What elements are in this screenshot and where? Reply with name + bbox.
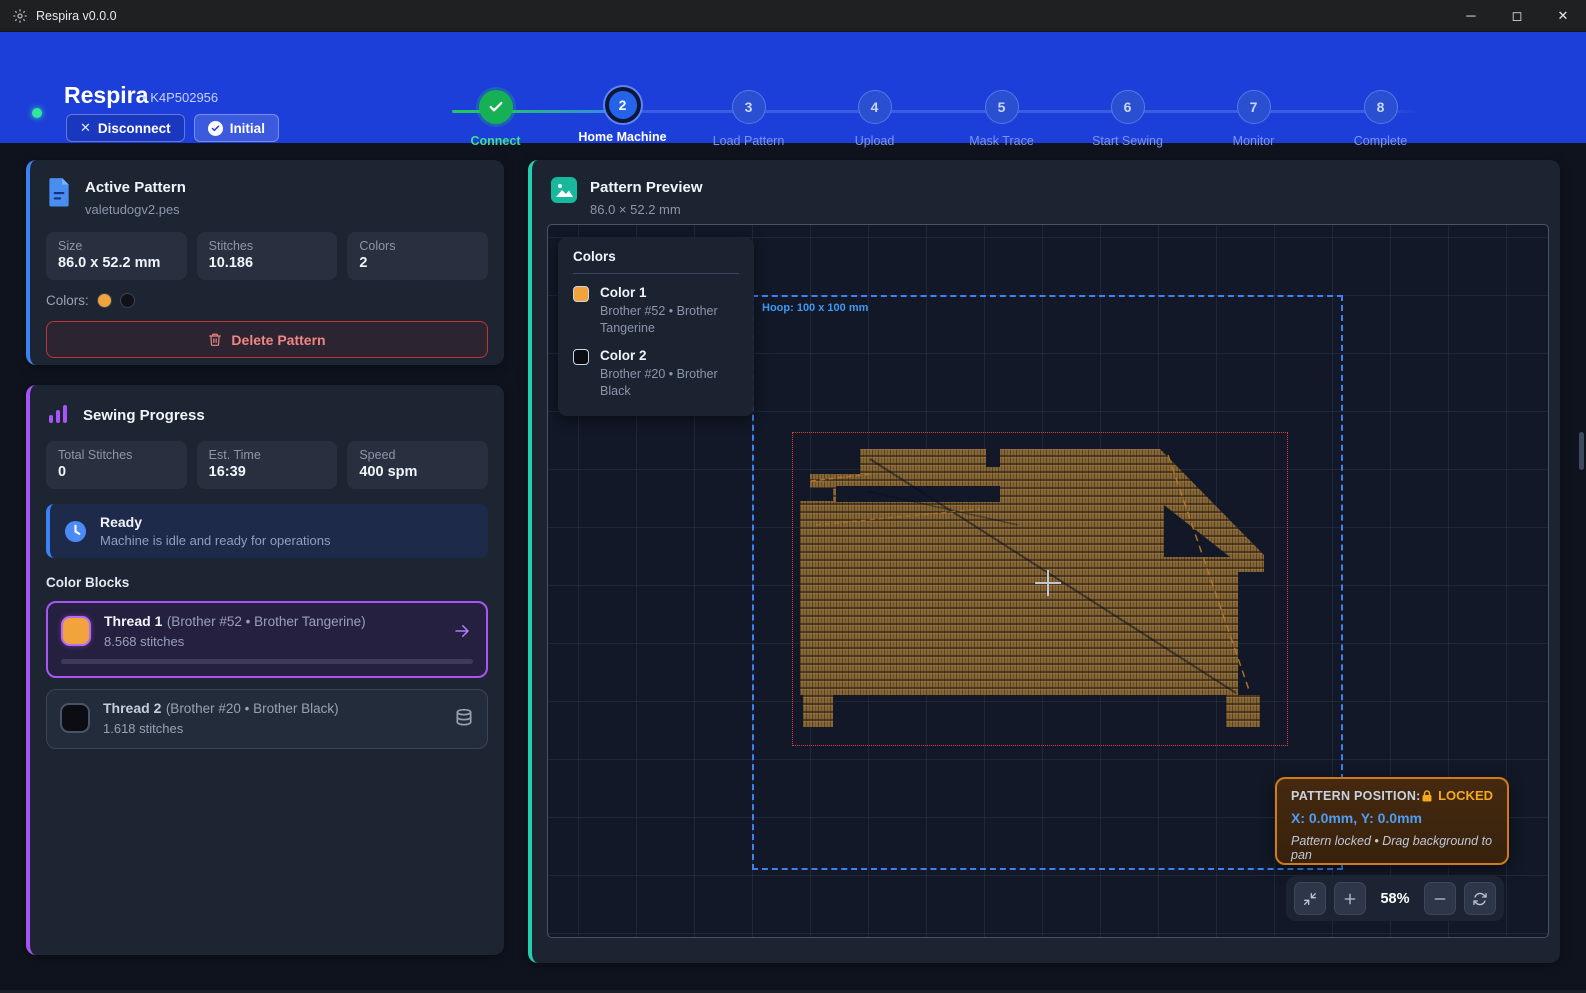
delete-pattern-button[interactable]: Delete Pattern <box>46 321 488 358</box>
legend-divider <box>573 273 739 274</box>
step-start-sewing[interactable]: 6 Start Sewing <box>1064 90 1191 148</box>
thread-stitch-count: 8.568 stitches <box>104 634 366 649</box>
legend-entry-1: Color 1 Brother #52 • Brother Tangerine <box>573 285 739 337</box>
pattern-dimensions: 86.0 × 52.2 mm <box>590 202 703 217</box>
legend-entry-2: Color 2 Brother #20 • Brother Black <box>573 348 739 400</box>
active-pattern-card: Active Pattern valetudogv2.pes Size 86.0… <box>26 160 504 365</box>
step-home-machine[interactable]: 2 Home Machine <box>559 90 686 144</box>
colors-label: Colors: <box>46 293 89 308</box>
thread-block-1[interactable]: Thread 1 (Brother #52 • Brother Tangerin… <box>46 601 488 678</box>
step-done-check-icon <box>479 90 513 124</box>
step-upload[interactable]: 4 Upload <box>811 90 938 148</box>
clock-icon <box>64 520 87 543</box>
card-title: Sewing Progress <box>83 405 205 424</box>
position-coordinates: X: 0.0mm, Y: 0.0mm <box>1291 810 1493 826</box>
stat-stitches: Stitches 10.186 <box>197 232 338 280</box>
thread-color-swatch <box>60 703 90 733</box>
step-number: 3 <box>732 90 766 124</box>
stat-est-time: Est. Time 16:39 <box>197 441 338 489</box>
machine-status-box: Ready Machine is idle and ready for oper… <box>46 504 488 558</box>
check-circle-icon <box>208 121 223 136</box>
step-number: 6 <box>1111 90 1145 124</box>
thread-progress-bar <box>61 659 473 664</box>
pattern-position-overlay: PATTERN POSITION: LOCKED X: 0.0mm, Y: 0.… <box>1275 777 1509 865</box>
step-number: 8 <box>1364 90 1398 124</box>
arrow-right-icon <box>451 622 473 640</box>
machine-serial: • K4P502956 <box>142 90 218 105</box>
connection-status-dot <box>32 108 42 118</box>
card-title: Pattern Preview <box>590 177 703 196</box>
app-name: Respira <box>64 82 148 109</box>
card-title: Active Pattern <box>85 177 186 196</box>
step-number: 7 <box>1237 90 1271 124</box>
trash-icon <box>208 332 222 347</box>
window-title: Respira v0.0.0 <box>36 9 117 23</box>
stat-total-stitches: Total Stitches 0 <box>46 441 187 489</box>
app-header: Respira • K4P502956 ✕ Disconnect Initial… <box>0 32 1586 143</box>
color-swatch-2 <box>120 293 135 308</box>
stat-size: Size 86.0 x 52.2 mm <box>46 232 187 280</box>
position-label: PATTERN POSITION: <box>1291 789 1421 803</box>
colors-legend: Colors Color 1 Brother #52 • Brother Tan… <box>558 237 754 416</box>
color-swatch-1 <box>97 293 112 308</box>
status-title: Ready <box>100 514 331 530</box>
position-hint: Pattern locked • Drag background to pan <box>1291 834 1493 862</box>
thread-color-swatch <box>61 616 91 646</box>
disconnect-button[interactable]: ✕ Disconnect <box>66 114 185 142</box>
step-connect[interactable]: Connect <box>432 90 559 148</box>
image-icon <box>551 177 577 203</box>
preview-canvas[interactable]: Hoop: 100 x 100 mm <box>547 224 1549 938</box>
legend-title: Colors <box>573 249 739 264</box>
fit-view-button[interactable] <box>1294 882 1326 915</box>
title-bar: Respira v0.0.0 ─ ◻ ✕ <box>0 0 1586 32</box>
locked-badge: LOCKED <box>1438 788 1493 803</box>
thread-block-2[interactable]: Thread 2 (Brother #20 • Brother Black) 1… <box>46 689 488 749</box>
x-icon: ✕ <box>80 120 91 136</box>
step-number: 5 <box>985 90 1019 124</box>
bar-chart-icon <box>46 402 70 426</box>
step-monitor[interactable]: 7 Monitor <box>1190 90 1317 148</box>
maximize-button[interactable]: ◻ <box>1494 0 1540 32</box>
minimize-button[interactable]: ─ <box>1448 0 1494 32</box>
zoom-controls: 58% <box>1286 876 1504 921</box>
file-icon <box>46 177 72 207</box>
step-load-pattern[interactable]: 3 Load Pattern <box>685 90 812 148</box>
color-blocks-heading: Color Blocks <box>46 575 488 590</box>
app-icon <box>12 8 28 24</box>
initial-button[interactable]: Initial <box>194 114 279 142</box>
sewing-progress-card: Sewing Progress Total Stitches 0 Est. Ti… <box>26 385 504 955</box>
step-number: 2 <box>605 87 641 123</box>
lock-icon <box>1421 789 1433 803</box>
stat-speed: Speed 400 spm <box>347 441 488 489</box>
zoom-level: 58% <box>1374 891 1417 907</box>
status-description: Machine is idle and ready for operations <box>100 533 331 548</box>
step-complete[interactable]: 8 Complete <box>1317 90 1444 148</box>
reset-view-button[interactable] <box>1464 882 1496 915</box>
stat-colors: Colors 2 <box>347 232 488 280</box>
legend-swatch-2 <box>573 349 589 365</box>
close-button[interactable]: ✕ <box>1540 0 1586 32</box>
legend-swatch-1 <box>573 286 589 302</box>
pattern-preview-card: Pattern Preview 86.0 × 52.2 mm Hoop: 100… <box>528 160 1560 963</box>
thread-stitch-count: 1.618 stitches <box>103 721 339 736</box>
zoom-in-button[interactable] <box>1334 882 1366 915</box>
step-number: 4 <box>858 90 892 124</box>
window-scrollbar[interactable] <box>1579 432 1584 470</box>
pattern-filename: valetudogv2.pes <box>85 202 186 217</box>
database-icon <box>454 708 474 728</box>
zoom-out-button[interactable] <box>1424 882 1456 915</box>
step-mask-trace[interactable]: 5 Mask Trace <box>938 90 1065 148</box>
